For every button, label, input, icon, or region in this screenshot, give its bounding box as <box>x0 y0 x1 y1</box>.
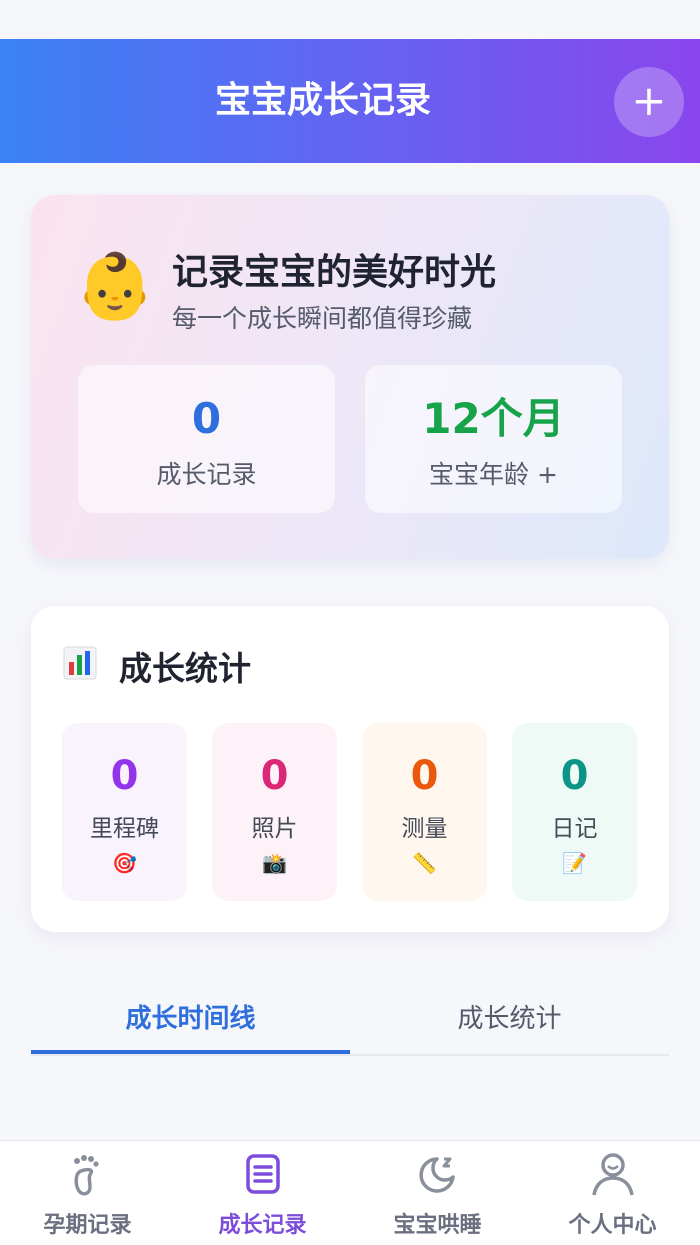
stat-diary[interactable]: 0 日记 📝 <box>512 723 637 901</box>
records-count-label: 成长记录 <box>156 460 257 489</box>
nav-profile[interactable]: 个人中心 <box>525 1141 700 1245</box>
footprint-icon <box>74 1155 99 1196</box>
hero-title: 记录宝宝的美好时光 <box>172 252 497 293</box>
stat-photos[interactable]: 0 照片 📸 <box>212 723 337 901</box>
stats-title: 成长统计 <box>119 649 251 688</box>
records-count-value: 0 <box>191 394 222 443</box>
camera-icon: 📸 <box>262 851 287 875</box>
baby-age-label: 宝宝年龄 + <box>429 460 558 489</box>
content-tabs: 成长时间线 成长统计 <box>31 980 669 1056</box>
nav-pregnancy-records[interactable]: 孕期记录 <box>0 1141 175 1245</box>
stat-value: 0 <box>260 753 289 799</box>
page-title: 宝宝成长记录 <box>214 80 431 121</box>
hero-subtitle: 每一个成长瞬间都值得珍藏 <box>172 304 473 333</box>
moon-icon <box>419 1157 455 1193</box>
add-record-button[interactable]: + <box>614 67 684 137</box>
stat-label: 测量 <box>401 816 448 842</box>
growth-stats-card: 成长统计 0 里程碑 🎯 0 照片 📸 0 测量 📏 0 日记 📝 <box>31 606 669 932</box>
stat-value: 0 <box>560 753 589 799</box>
bar-chart-icon <box>63 646 97 680</box>
app-header: 宝宝成长记录 + <box>0 39 700 163</box>
nav-label: 个人中心 <box>568 1213 657 1238</box>
hero-card: 👶 记录宝宝的美好时光 每一个成长瞬间都值得珍藏 0 成长记录 12个月 宝宝年… <box>31 195 669 559</box>
user-icon <box>592 1153 634 1196</box>
nav-label: 宝宝哄睡 <box>393 1213 482 1238</box>
bottom-nav: 孕期记录 成长记录 宝宝哄睡 个人中心 <box>0 1140 700 1245</box>
records-count-box: 0 成长记录 <box>78 365 335 513</box>
baby-icon: 👶 <box>75 250 155 324</box>
stat-label: 照片 <box>251 816 298 842</box>
baby-age-box[interactable]: 12个月 宝宝年龄 + <box>365 365 622 513</box>
nav-label: 孕期记录 <box>43 1213 132 1238</box>
tab-growth-stats[interactable]: 成长统计 <box>350 998 669 1035</box>
stat-value: 0 <box>110 753 139 799</box>
stat-label: 里程碑 <box>90 816 159 842</box>
ruler-icon: 📏 <box>412 851 437 875</box>
tab-growth-timeline[interactable]: 成长时间线 <box>31 998 350 1035</box>
notebook-icon <box>246 1154 280 1194</box>
nav-baby-sleep[interactable]: 宝宝哄睡 <box>350 1141 525 1245</box>
baby-age-value: 12个月 <box>422 394 565 443</box>
stat-measurements[interactable]: 0 测量 📏 <box>362 723 487 901</box>
target-icon: 🎯 <box>112 851 137 875</box>
stat-label: 日记 <box>551 816 598 842</box>
memo-icon: 📝 <box>562 851 587 875</box>
active-tab-indicator <box>31 1050 350 1054</box>
nav-growth-records[interactable]: 成长记录 <box>175 1141 350 1245</box>
stat-milestones[interactable]: 0 里程碑 🎯 <box>62 723 187 901</box>
nav-label: 成长记录 <box>218 1213 307 1238</box>
stat-value: 0 <box>410 753 439 799</box>
